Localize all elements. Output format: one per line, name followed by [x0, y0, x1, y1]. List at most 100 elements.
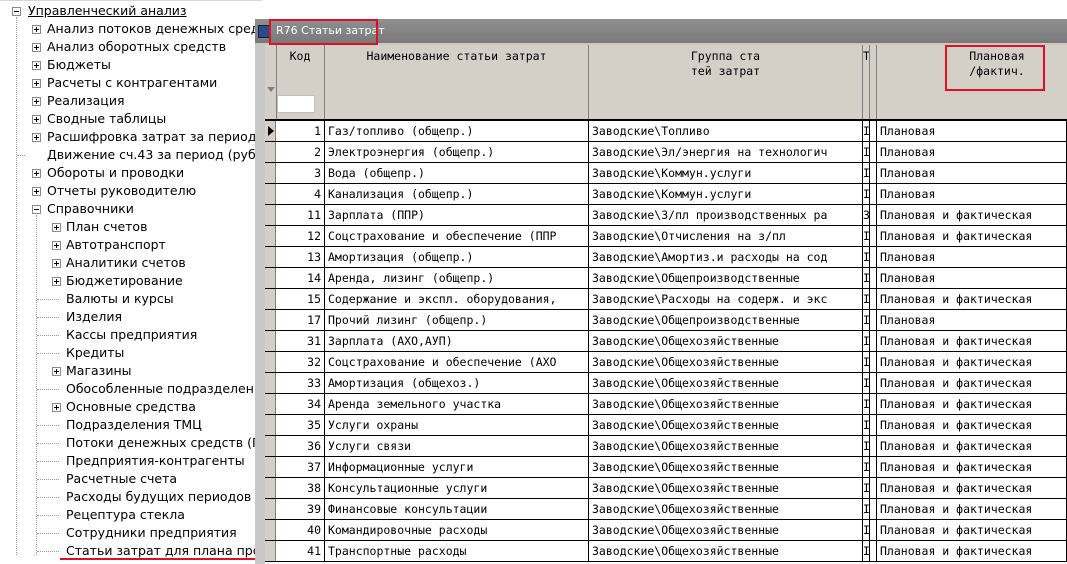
cell-group[interactable]: Заводские\Коммун.услуги	[589, 184, 863, 204]
cell-kod[interactable]: 41	[276, 541, 325, 561]
table-row[interactable]: 14 Аренда, лизинг (общепр.) Заводские\Обще…	[265, 268, 1067, 289]
table-row[interactable]: 13 Амортизация (общепр.) Заводские\Амортиз…	[265, 247, 1067, 268]
cell-type[interactable]: Плановая и фактическая	[877, 436, 1067, 456]
tree-item[interactable]: Анализ оборотных средств	[0, 38, 262, 56]
tree-item[interactable]: Кредиты	[0, 344, 262, 362]
row-selector[interactable]	[265, 247, 276, 267]
table-row[interactable]: 36 Услуги связи Заводские\Общехозяйственны…	[265, 436, 1067, 457]
cell-sep[interactable]	[870, 226, 877, 246]
cell-sep[interactable]	[870, 373, 877, 393]
cell-t[interactable]: I	[863, 163, 870, 183]
cell-group[interactable]: Заводские\Общехозяйственные	[589, 394, 863, 414]
tree-item[interactable]: Движение сч.43 за период (руб)	[0, 146, 262, 164]
row-selector[interactable]	[265, 142, 276, 162]
cell-sep[interactable]	[870, 520, 877, 540]
table-row[interactable]: 37 Информационные услуги Заводские\Общехоз…	[265, 457, 1067, 478]
filter-triangle-icon[interactable]	[267, 87, 275, 92]
expand-icon[interactable]	[52, 223, 61, 232]
table-row[interactable]: 31 Зарплата (АХО,АУП) Заводские\Общехозяйс…	[265, 331, 1067, 352]
cell-name[interactable]: Зарплата (АХО,АУП)	[325, 331, 589, 351]
cell-kod[interactable]: 36	[276, 436, 325, 456]
cell-t[interactable]: I	[863, 184, 870, 204]
tree-item[interactable]: Изделия	[0, 308, 262, 326]
tree-item[interactable]: Бюджеты	[0, 56, 262, 74]
tree-item[interactable]: Потоки денежных средств (П	[0, 434, 262, 452]
row-selector[interactable]	[265, 499, 276, 519]
expand-icon[interactable]	[52, 367, 61, 376]
cell-t[interactable]: I	[863, 478, 870, 498]
expand-icon[interactable]	[52, 259, 61, 268]
cell-t[interactable]: I	[863, 499, 870, 519]
tree-item[interactable]: Обособленные подразделения	[0, 380, 262, 398]
cell-sep[interactable]	[870, 289, 877, 309]
cell-kod[interactable]: 40	[276, 520, 325, 540]
tree-item[interactable]: Бюджетирование	[0, 272, 262, 290]
table-row[interactable]: 1 Газ/топливо (общепр.) Заводские\Топливо I…	[265, 121, 1067, 142]
table-row[interactable]: 33 Амортизация (общехоз.) Заводские\Общехо…	[265, 373, 1067, 394]
cell-kod[interactable]: 13	[276, 247, 325, 267]
cell-group[interactable]: Заводские\Общехозяйственные	[589, 436, 863, 456]
cell-type[interactable]: Плановая и фактическая	[877, 352, 1067, 372]
cell-name[interactable]: Информационные услуги	[325, 457, 589, 477]
cell-kod[interactable]: 2	[276, 142, 325, 162]
cell-group[interactable]: Заводские\Общехозяйственные	[589, 331, 863, 351]
cell-name[interactable]: Содержание и экспл. оборудования,	[325, 289, 589, 309]
cell-sep[interactable]	[870, 205, 877, 225]
row-selector[interactable]	[265, 352, 276, 372]
cell-type[interactable]: Плановая и фактическая	[877, 205, 1067, 225]
table-row[interactable]: 40 Командировочные расходы Заводские\Общех…	[265, 520, 1067, 541]
cell-name[interactable]: Соцстрахование и обеспечение (АХО	[325, 352, 589, 372]
cell-group[interactable]: Заводские\Топливо	[589, 121, 863, 141]
cell-type[interactable]: Плановая и фактическая	[877, 478, 1067, 498]
cell-sep[interactable]	[870, 499, 877, 519]
cell-kod[interactable]: 31	[276, 331, 325, 351]
cell-type[interactable]: Плановая и фактическая	[877, 289, 1067, 309]
tree-item[interactable]: Магазины	[0, 362, 262, 380]
cell-group[interactable]: Заводские\Общехозяйственные	[589, 373, 863, 393]
cell-kod[interactable]: 14	[276, 268, 325, 288]
cell-group[interactable]: Заводские\Общехозяйственные	[589, 478, 863, 498]
cell-kod[interactable]: 34	[276, 394, 325, 414]
cell-name[interactable]: Газ/топливо (общепр.)	[325, 121, 589, 141]
cell-t[interactable]: 3	[863, 205, 870, 225]
cell-type[interactable]: Плановая и фактическая	[877, 226, 1067, 246]
table-row[interactable]: 15 Содержание и экспл. оборудования, Завод…	[265, 289, 1067, 310]
tree-item[interactable]: Расчеты с контрагентами	[0, 74, 262, 92]
table-row[interactable]: 3 Вода (общепр.) Заводские\Коммун.услуги I П…	[265, 163, 1067, 184]
cell-sep[interactable]	[870, 352, 877, 372]
cell-name[interactable]: Командировочные расходы	[325, 520, 589, 540]
col-header-group[interactable]: Группа ста тей затрат	[589, 45, 863, 119]
cell-kod[interactable]: 35	[276, 415, 325, 435]
cell-sep[interactable]	[870, 184, 877, 204]
expand-icon[interactable]	[52, 403, 61, 412]
tree-item[interactable]: Кассы предприятия	[0, 326, 262, 344]
expand-icon[interactable]	[52, 277, 61, 286]
row-selector[interactable]	[265, 184, 276, 204]
expand-icon[interactable]	[32, 169, 41, 178]
cell-type[interactable]: Плановая и фактическая	[877, 331, 1067, 351]
table-row[interactable]: 32 Соцстрахование и обеспечение (АХО Завод…	[265, 352, 1067, 373]
tree-item[interactable]: Автотранспорт	[0, 236, 262, 254]
cost-items-grid[interactable]: Код Наименование статьи затрат Группа ст…	[265, 45, 1067, 564]
cell-type[interactable]: Плановая	[877, 247, 1067, 267]
cell-t[interactable]: I	[863, 457, 870, 477]
expand-icon[interactable]	[32, 133, 41, 142]
cell-group[interactable]: Заводские\Общепроизводственные	[589, 268, 863, 288]
cell-group[interactable]: Заводские\Общехозяйственные	[589, 520, 863, 540]
cell-kod[interactable]: 32	[276, 352, 325, 372]
cell-name[interactable]: Амортизация (общехоз.)	[325, 373, 589, 393]
tree-item[interactable]: Сотрудники предприятия	[0, 524, 262, 542]
cell-t[interactable]: I	[863, 352, 870, 372]
tree-root[interactable]: Управленческий анализ	[0, 2, 262, 20]
row-selector[interactable]	[265, 520, 276, 540]
table-row[interactable]: 4 Канализация (общепр.) Заводские\Коммун.у…	[265, 184, 1067, 205]
cell-type[interactable]: Плановая и фактическая	[877, 457, 1067, 477]
expand-icon[interactable]	[32, 25, 41, 34]
cell-type[interactable]: Плановая и фактическая	[877, 541, 1067, 561]
row-selector[interactable]	[265, 226, 276, 246]
cell-sep[interactable]	[870, 163, 877, 183]
cell-kod[interactable]: 38	[276, 478, 325, 498]
cell-kod[interactable]: 11	[276, 205, 325, 225]
cell-sep[interactable]	[870, 394, 877, 414]
cell-sep[interactable]	[870, 436, 877, 456]
